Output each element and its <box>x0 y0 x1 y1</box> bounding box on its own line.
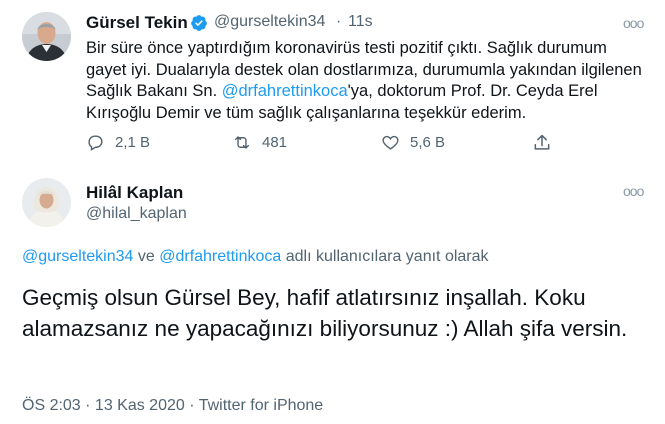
reply-context: @gurseltekin34 ve @drfahrettinkoca adlı … <box>22 248 489 266</box>
tweet-time[interactable]: 11s <box>348 13 373 31</box>
author-name[interactable]: Gürsel Tekin <box>86 13 188 33</box>
retweet-count: 481 <box>262 134 288 151</box>
reply-and: ve <box>133 248 160 265</box>
like-count: 5,6 B <box>410 134 446 151</box>
reply-suffix: adlı kullanıcılara yanıt olarak <box>281 248 489 265</box>
reply-count: 2,1 B <box>115 134 151 151</box>
more-options-icon[interactable]: ooo <box>623 15 644 31</box>
retweet-button[interactable]: 481 <box>232 133 287 152</box>
time-separator: · <box>336 13 342 30</box>
reply-icon <box>88 135 103 151</box>
more-options-icon[interactable]: ooo <box>623 183 644 199</box>
reply-tweet-text: Geçmiş olsun Gürsel Bey, hafif atlatırsı… <box>22 285 628 341</box>
tweet-timestamp[interactable]: ÖS 2:03 · 13 Kas 2020 · Twitter for iPho… <box>22 397 323 415</box>
heart-icon <box>382 135 399 150</box>
avatar-gursel-tekin[interactable] <box>22 12 71 61</box>
retweet-icon <box>234 136 250 149</box>
reply-button[interactable]: 2,1 B <box>86 133 150 152</box>
mention-link[interactable]: @drfahrettinkoca <box>222 82 348 100</box>
like-button[interactable]: 5,6 B <box>381 133 445 152</box>
author-handle[interactable]: @gurseltekin34 <box>214 13 325 31</box>
reply-mention-link[interactable]: @gurseltekin34 <box>22 248 133 265</box>
tweet-text: Bir süre önce yaptırdığım koronavirüs te… <box>86 38 646 124</box>
author-handle[interactable]: @hilal_kaplan <box>86 205 187 223</box>
avatar-hilal-kaplan[interactable] <box>22 178 71 227</box>
author-name[interactable]: Hilâl Kaplan <box>86 183 183 203</box>
share-icon[interactable] <box>532 133 552 153</box>
verified-badge-icon <box>190 14 208 32</box>
reply-mention-link[interactable]: @drfahrettinkoca <box>159 248 281 265</box>
